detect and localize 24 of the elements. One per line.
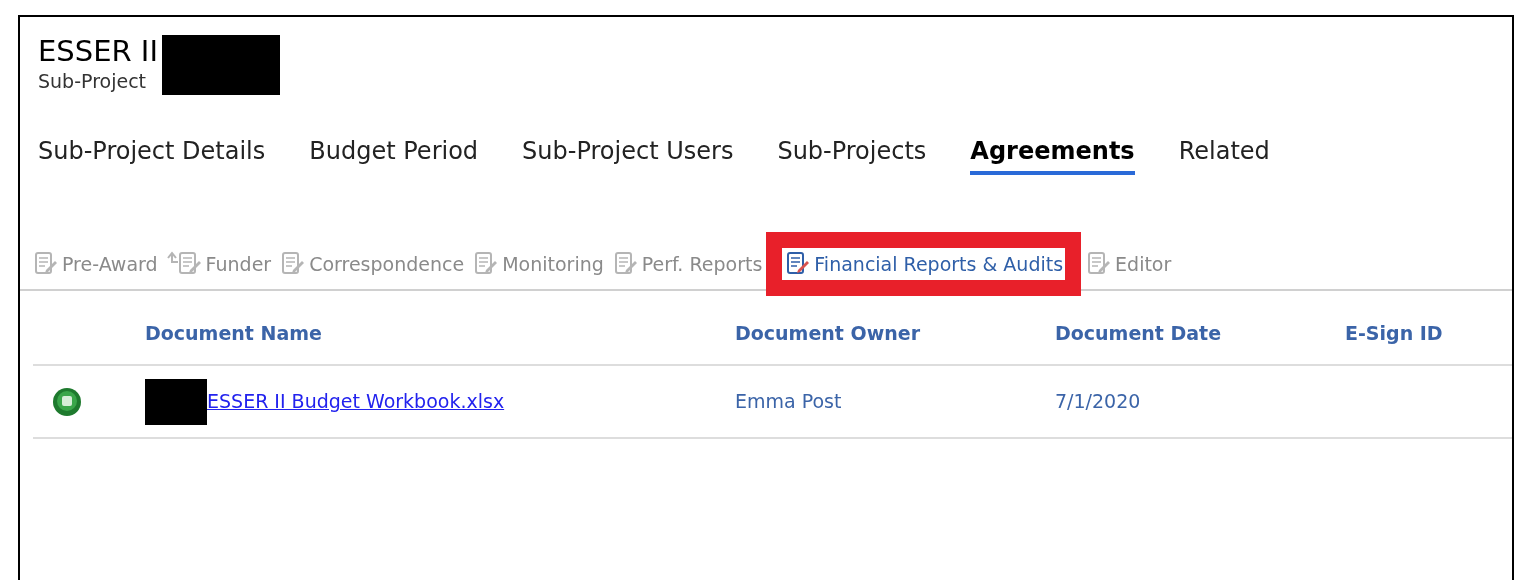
column-header[interactable]: Document Owner: [735, 319, 1055, 348]
tab[interactable]: Agreements: [970, 135, 1135, 175]
table-cell-text: Emma Post: [735, 389, 843, 415]
redaction-block: [145, 378, 207, 425]
sub-tab[interactable]: Correspondence: [279, 249, 465, 279]
sub-tab[interactable]: Perf. Reports: [611, 249, 763, 279]
column-header[interactable]: E-Sign ID: [1345, 319, 1512, 348]
sub-tab[interactable]: Financial Reports & Audits: [784, 249, 1064, 279]
status-icon: [52, 386, 82, 417]
document-link[interactable]: ESSER II Budget Workbook.xlsx: [207, 387, 505, 416]
page-title: ESSER II: [38, 33, 158, 69]
tab[interactable]: Related: [1178, 135, 1270, 175]
table-cell-text: 7/1/2020: [1055, 389, 1142, 415]
column-header[interactable]: Document Name: [145, 319, 735, 348]
sub-tab[interactable]: Monitoring: [472, 249, 604, 279]
sub-tab[interactable]: Pre-Award: [32, 249, 158, 279]
sub-tab[interactable]: Funder: [165, 249, 272, 279]
tab[interactable]: Sub-Project Details: [38, 135, 266, 175]
sub-tab[interactable]: Editor: [1085, 249, 1172, 279]
tab[interactable]: Sub-Project Users: [522, 135, 734, 175]
column-header[interactable]: Document Date: [1055, 319, 1345, 348]
tab[interactable]: Budget Period: [309, 135, 479, 175]
page-subtitle: Sub-Project: [38, 69, 148, 93]
tab[interactable]: Sub-Projects: [777, 135, 927, 175]
